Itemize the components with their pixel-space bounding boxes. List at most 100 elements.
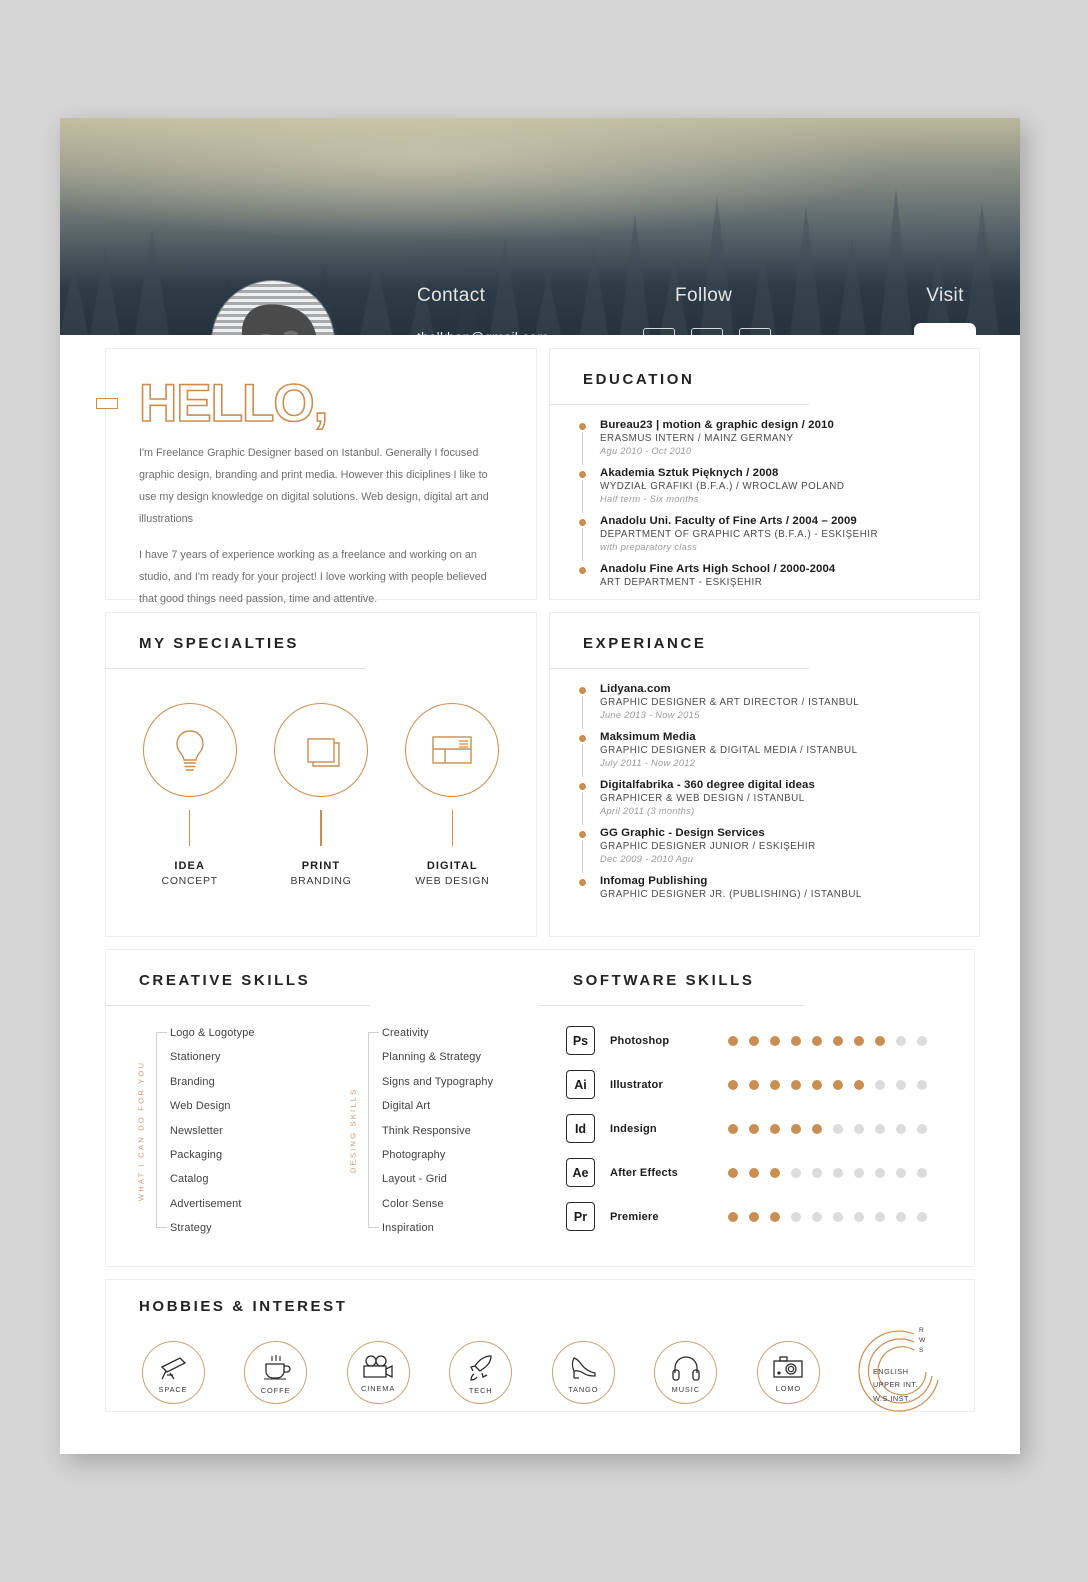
creative-skill-item: Advertisement — [170, 1197, 242, 1210]
rating-dot-empty — [875, 1167, 885, 1178]
rating-dot-filled — [875, 1035, 885, 1046]
experience-card: EXPERIANCE Lidyana.com GRAPHIC DESIGNER … — [549, 612, 980, 937]
hobby-tech[interactable]: TECH — [442, 1340, 520, 1404]
hello-dash-icon — [96, 398, 118, 409]
specialty-digital[interactable]: DIGITAL WEB DESIGN — [397, 703, 507, 887]
lightbulb-icon — [142, 703, 237, 797]
timeline-line — [582, 528, 583, 561]
education-detail-line: WYDZIAŁ GRAFIKI (B.F.A.) / WROCLAW POLAN… — [600, 481, 845, 492]
creative-skills-section: CREATIVE SKILLS WHAT I CAN DO FOR YOU Lo… — [105, 950, 540, 1266]
rating-dot-filled — [728, 1079, 738, 1090]
software-skill-row: Id Indesign — [566, 1114, 974, 1143]
timeline-line — [582, 792, 583, 825]
rating-dot-filled — [812, 1035, 822, 1046]
contact-email[interactable]: tholkhan@gmail.com — [417, 330, 549, 335]
education-item[interactable]: Anadolu Fine Arts High School / 2000-200… — [579, 563, 979, 588]
timeline-line — [582, 480, 583, 513]
language-arc-label-s: S — [918, 1347, 924, 1355]
creative-skill-item: Newsletter — [170, 1124, 223, 1137]
creative-skill-item: Branding — [170, 1075, 215, 1088]
rating-dot-filled — [728, 1035, 738, 1046]
hobby-label: MUSIC — [671, 1385, 700, 1394]
creative-skills-title: CREATIVE SKILLS — [139, 972, 311, 989]
software-skill-name: After Effects — [610, 1166, 679, 1179]
rating-dot-empty — [875, 1079, 885, 1090]
language-proficiency[interactable]: R W S ENGLISH UPPER INT. W.S.INST. — [852, 1324, 948, 1420]
telescope-icon: SPACE — [141, 1340, 205, 1404]
rating-dot-filled — [854, 1035, 864, 1046]
linkedin-icon[interactable] — [643, 328, 675, 335]
social-links — [643, 328, 787, 335]
hobby-label: COFFE — [260, 1386, 291, 1395]
rating-dot-filled — [770, 1035, 780, 1046]
education-detail-line: ERASMUS INTERN / MAINZ GERMANY — [600, 433, 794, 444]
behance-icon[interactable]: Bē — [914, 323, 976, 335]
adobe-pr-icon: Pr — [566, 1202, 595, 1231]
software-skill-name: Premiere — [610, 1210, 659, 1223]
rating-dot-empty — [896, 1123, 906, 1134]
rating-dot-filled — [854, 1079, 864, 1090]
experience-item[interactable]: Infomag Publishing GRAPHIC DESIGNER JR. … — [579, 875, 979, 900]
facebook-icon[interactable] — [691, 328, 723, 335]
timeline-line — [582, 696, 583, 729]
experience-item[interactable]: Digitalfabrika - 360 degree digital idea… — [579, 779, 979, 825]
experience-rule — [549, 668, 809, 669]
experience-item[interactable]: Lidyana.com GRAPHIC DESIGNER & ART DIREC… — [579, 683, 979, 729]
specialty-idea[interactable]: IDEA CONCEPT — [135, 703, 245, 887]
hobby-tango[interactable]: TANGO — [544, 1340, 622, 1404]
experience-role: GRAPHIC DESIGNER JUNIOR / ESKIŞEHIR — [600, 841, 816, 852]
timeline-dot-icon — [579, 471, 586, 478]
software-skills-section: SOFTWARE SKILLS Ps Photoshop Ai Illustrator… — [539, 950, 974, 1266]
rating-dot-filled — [728, 1211, 738, 1222]
education-title: EDUCATION — [583, 371, 695, 388]
software-skill-name: Photoshop — [610, 1034, 670, 1047]
experience-date: April 2011 (3 months) — [600, 806, 695, 816]
twitter-icon[interactable] — [739, 328, 771, 335]
rating-dot-empty — [833, 1123, 843, 1134]
rating-dot-empty — [791, 1167, 801, 1178]
specialty-stem — [320, 810, 322, 846]
hobby-cinema[interactable]: CINEMA — [339, 1340, 417, 1404]
rating-dot-filled — [749, 1123, 759, 1134]
hobby-music[interactable]: MUSIC — [647, 1340, 725, 1404]
specialty-print[interactable]: PRINT BRANDING — [266, 703, 376, 887]
software-skills-rule — [539, 1005, 804, 1006]
software-skill-row: Ae After Effects — [566, 1158, 974, 1187]
creative-skills-col-2-label: DESING SKILLS — [348, 1087, 358, 1174]
hobby-coffee[interactable]: COFFE — [237, 1340, 315, 1404]
visit-title: Visit — [926, 285, 964, 306]
browser-layout-icon — [405, 703, 500, 797]
experience-date: Dec 2009 - 2010 Agu — [600, 854, 694, 864]
layers-paper-icon — [273, 703, 368, 797]
rating-dot-empty — [854, 1167, 864, 1178]
hobby-lomo[interactable]: LOMO — [749, 1340, 827, 1404]
education-item[interactable]: Anadolu Uni. Faculty of Fine Arts / 2004… — [579, 515, 979, 561]
movie-camera-icon: CINEMA — [346, 1340, 410, 1404]
education-item[interactable]: Bureau23 | motion & graphic design / 201… — [579, 419, 979, 465]
experience-role: GRAPHIC DESIGNER JR. (PUBLISHING) / ISTA… — [600, 889, 862, 900]
creative-skills-col-1-label: WHAT I CAN DO FOR YOU — [136, 1060, 146, 1201]
hobby-label: LOMO — [775, 1384, 802, 1393]
creative-skill-item: Logo & Logotype — [170, 1027, 255, 1039]
specialty-label-2: PRINT — [301, 860, 341, 872]
right-column: EDUCATION Bureau23 | motion & graphic de… — [549, 348, 980, 937]
education-title-line: Akademia Sztuk Pięknych / 2008 — [600, 467, 779, 479]
rating-dot-filled — [770, 1079, 780, 1090]
timeline-line — [582, 744, 583, 777]
creative-skill-item: Strategy — [170, 1222, 212, 1235]
experience-item[interactable]: Maksimum Media GRAPHIC DESIGNER & DIGITA… — [579, 731, 979, 777]
rating-dot-empty — [875, 1123, 885, 1134]
hobby-label: CINEMA — [361, 1384, 396, 1393]
hobbies-card: HOBBIES & INTEREST SPACE COFFE CINEMA TE… — [105, 1279, 975, 1412]
creative-skills-col-2: DESING SKILLS Creativity Planning & Stra… — [342, 1027, 494, 1234]
rating-dot-filled — [812, 1123, 822, 1134]
creative-skill-item: Packaging — [170, 1148, 223, 1161]
hobby-space[interactable]: SPACE — [134, 1340, 212, 1404]
specialty-label-3: DIGITAL — [426, 860, 478, 872]
rating-dot-empty — [917, 1123, 927, 1134]
resume-body: HELLO, I'm Freelance Graphic Designer ba… — [60, 335, 1020, 1412]
language-institute: W.S.INST. — [872, 1393, 911, 1403]
language-text: ENGLISH UPPER INT. W.S.INST. — [873, 1365, 947, 1405]
education-item[interactable]: Akademia Sztuk Pięknych / 2008 WYDZIAŁ G… — [579, 467, 979, 513]
experience-item[interactable]: GG Graphic - Design Services GRAPHIC DES… — [579, 827, 979, 873]
